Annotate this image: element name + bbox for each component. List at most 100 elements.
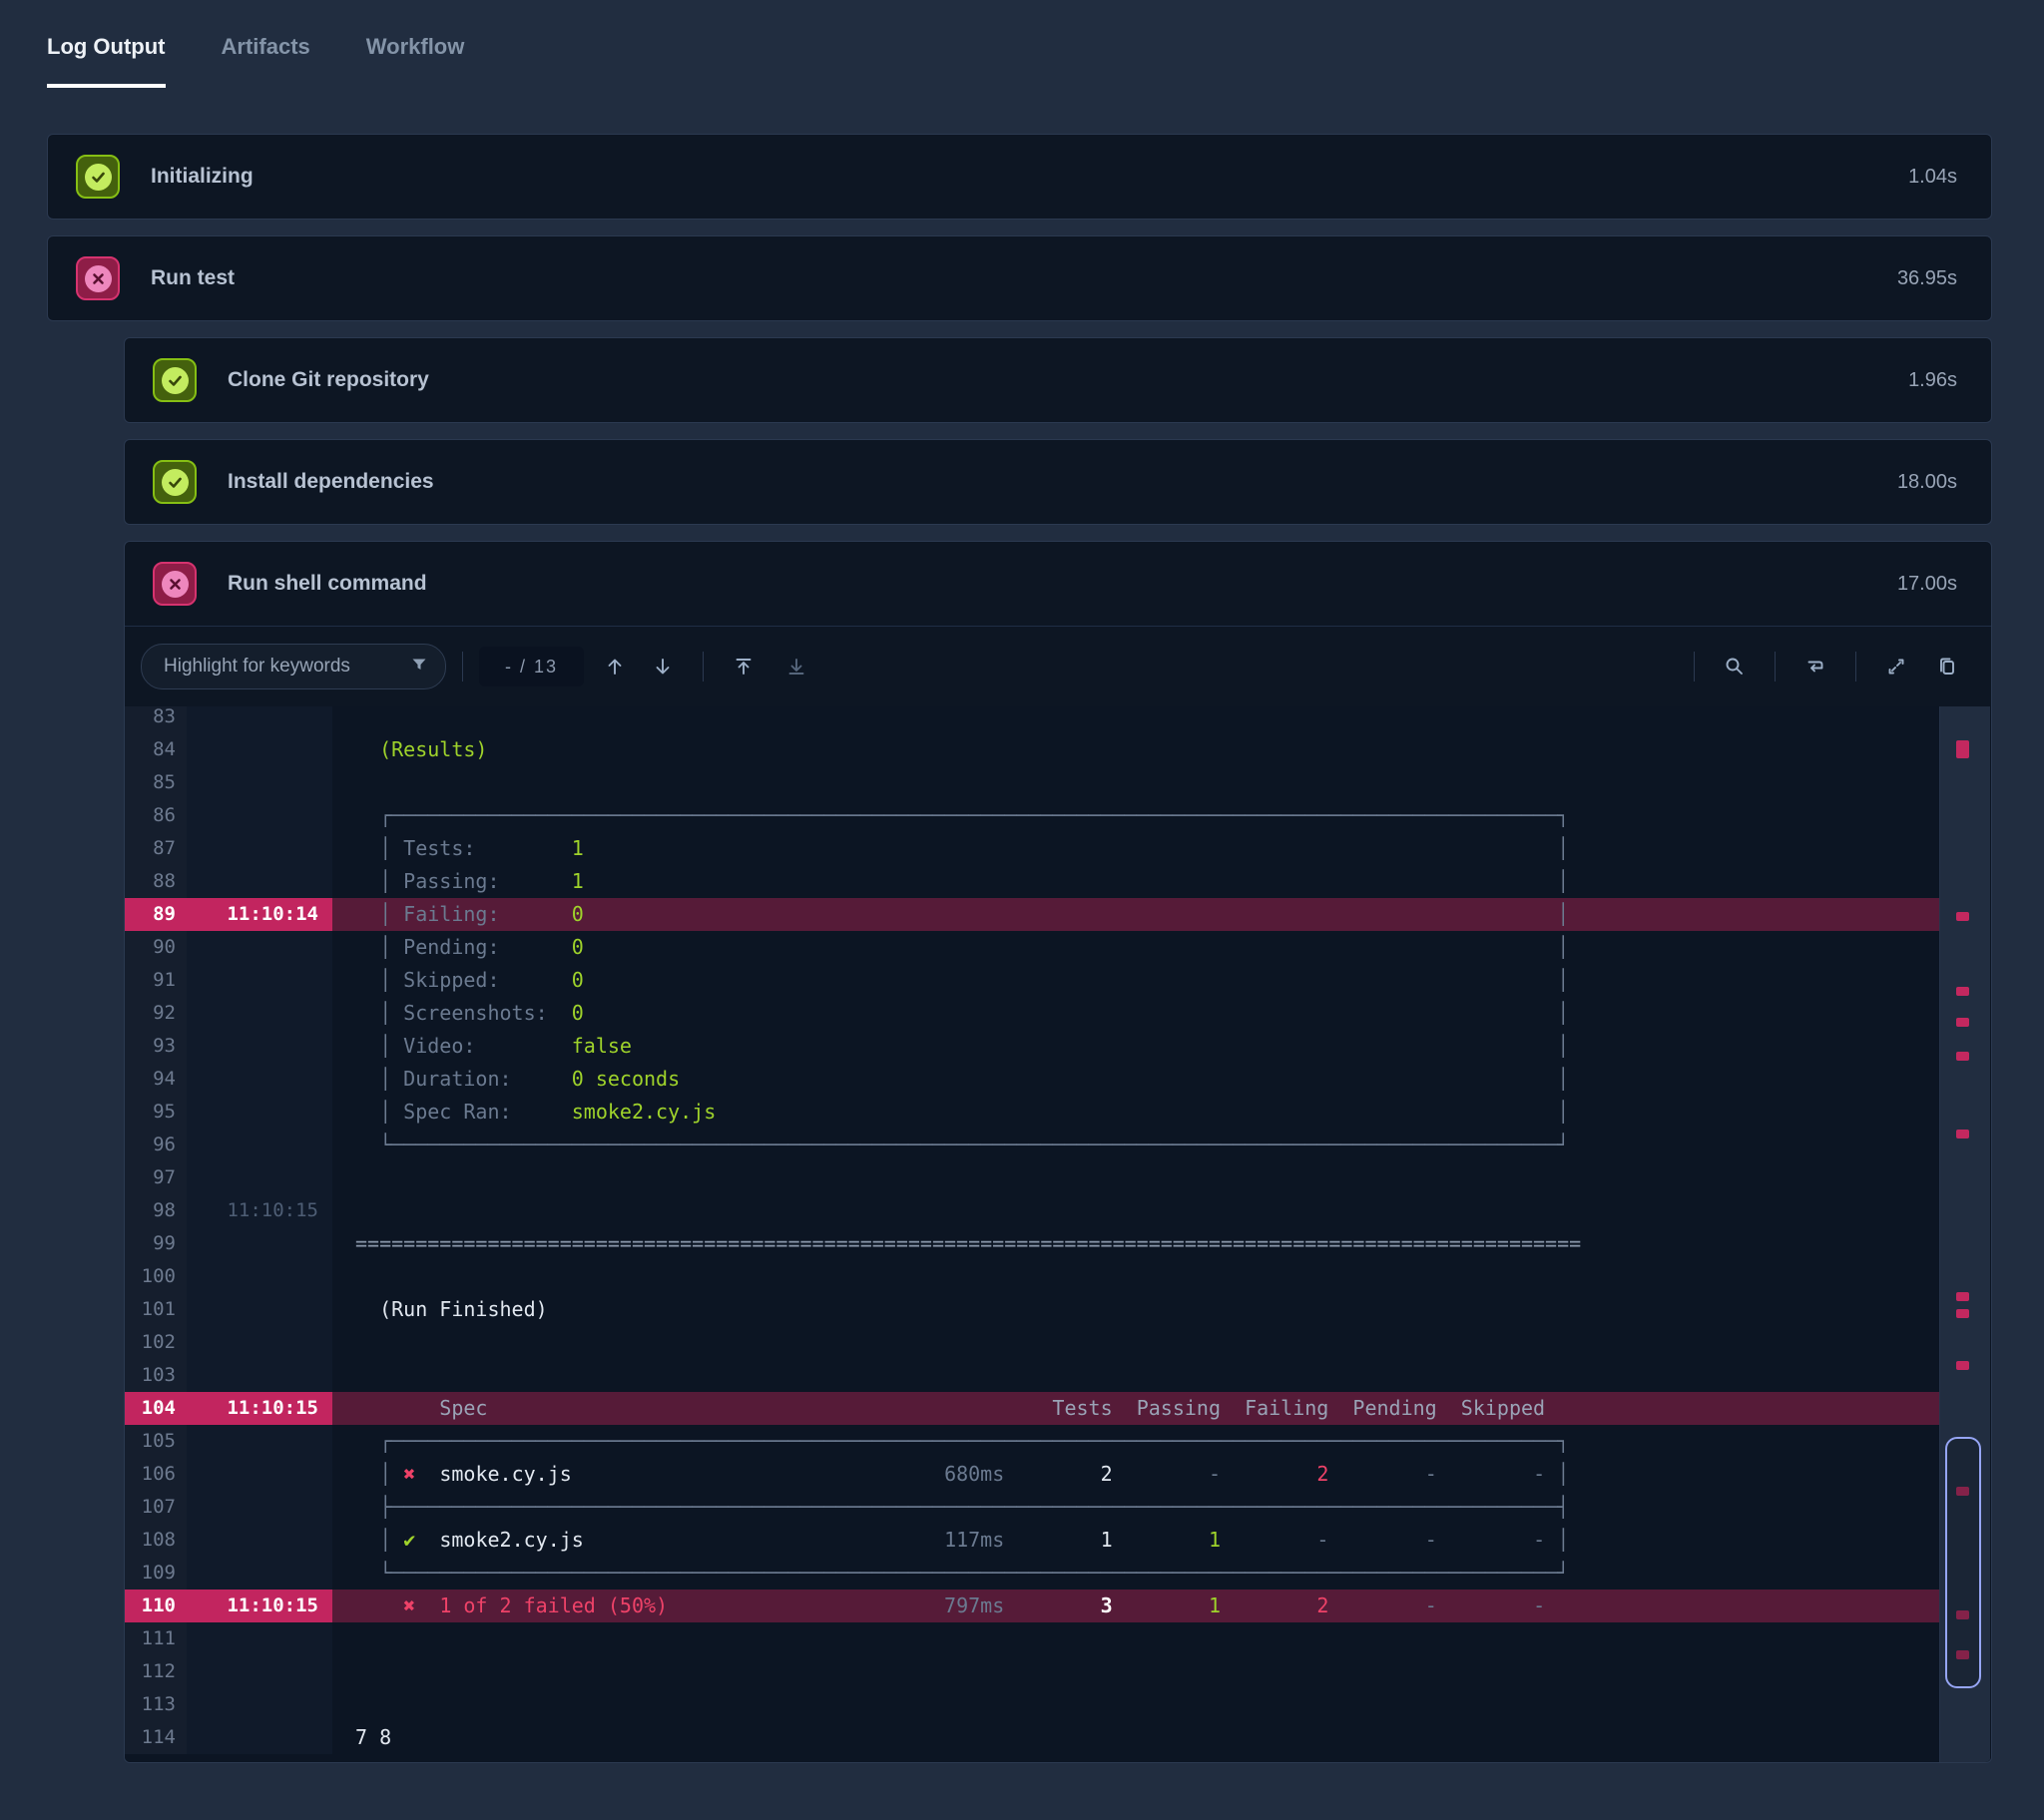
line-number[interactable]: 88 [125,865,187,898]
section-header-clone[interactable]: Clone Git repository 1.96s [125,338,1991,422]
log-row: 83 [125,706,1941,733]
line-number[interactable]: 90 [125,931,187,964]
line-timestamp [187,1227,332,1260]
search-button[interactable] [1718,650,1752,683]
line-number[interactable]: 89 [125,898,187,931]
wrap-lines-button[interactable] [1798,650,1832,683]
line-number[interactable]: 99 [125,1227,187,1260]
search-icon [1723,655,1747,679]
line-number[interactable]: 87 [125,832,187,865]
line-content: (Results) [332,733,1941,766]
toolbar-divider [1694,652,1695,682]
line-timestamp [187,733,332,766]
log-row: 108 │ ✔ smoke2.cy.js 117ms 1 1 - - - │ [125,1524,1941,1557]
line-content [332,1161,1941,1194]
fullscreen-button[interactable] [1879,650,1913,683]
line-number[interactable]: 91 [125,964,187,997]
toolbar-divider [1775,652,1776,682]
scroll-to-top-button[interactable] [727,650,761,683]
log-row: 9811:10:15 [125,1194,1941,1227]
line-number[interactable]: 94 [125,1063,187,1096]
line-number[interactable]: 110 [125,1590,187,1622]
log-row: 100 [125,1260,1941,1293]
log-row: 88 │ Passing: 1 │ [125,865,1941,898]
minimap-marker [1956,740,1969,758]
line-content: │ Tests: 1 │ [332,832,1941,865]
line-content: └───────────────────────────────────────… [332,1129,1941,1161]
line-number[interactable]: 96 [125,1129,187,1161]
line-timestamp [187,1688,332,1721]
log-row: 107 ├───────────────────────────────────… [125,1491,1941,1524]
log-row: 106 │ ✖ smoke.cy.js 680ms 2 - 2 - - │ [125,1458,1941,1491]
tab-workflow[interactable]: Workflow [366,34,465,88]
line-number[interactable]: 105 [125,1425,187,1458]
log-row: 96 └────────────────────────────────────… [125,1129,1941,1161]
line-number[interactable]: 98 [125,1194,187,1227]
line-timestamp: 11:10:14 [187,898,332,931]
line-number[interactable]: 86 [125,799,187,832]
section-header-initializing[interactable]: Initializing 1.04s [48,135,1991,219]
line-number[interactable]: 107 [125,1491,187,1524]
line-number[interactable]: 93 [125,1030,187,1063]
line-number[interactable]: 109 [125,1557,187,1590]
toolbar-divider [462,652,463,682]
keyword-filter[interactable] [141,644,446,689]
line-number[interactable]: 114 [125,1721,187,1754]
prev-match-button[interactable] [598,650,632,683]
filter-input[interactable] [162,655,409,679]
line-number[interactable]: 92 [125,997,187,1030]
line-timestamp [187,832,332,865]
tab-artifacts[interactable]: Artifacts [222,34,310,88]
check-icon [76,155,120,199]
wrap-lines-icon [1803,655,1827,679]
line-number[interactable]: 102 [125,1326,187,1359]
line-content: 7 8 [332,1721,1941,1754]
section-card-run-shell-command: Run shell command 17.00s - / 13 [124,541,1992,1763]
line-number[interactable]: 113 [125,1688,187,1721]
line-content: │ Skipped: 0 │ [332,964,1941,997]
section-card-clone-git-repository: Clone Git repository 1.96s [124,337,1992,423]
line-number[interactable]: 106 [125,1458,187,1491]
minimap-marker [1956,987,1969,996]
copy-button[interactable] [1930,650,1964,683]
log-row: 92 │ Screenshots: 0 │ [125,997,1941,1030]
log-row: 86 ┌────────────────────────────────────… [125,799,1941,832]
line-content: │ Failing: 0 │ [332,898,1941,931]
line-content [332,1688,1941,1721]
scrollbar-track[interactable] [1939,706,1990,1762]
line-number[interactable]: 112 [125,1655,187,1688]
line-number[interactable]: 100 [125,1260,187,1293]
line-timestamp [187,1293,332,1326]
log-row: 84 (Results) [125,733,1941,766]
line-number[interactable]: 103 [125,1359,187,1392]
line-number[interactable]: 83 [125,706,187,733]
line-timestamp [187,1326,332,1359]
section-header-run-test[interactable]: Run test 36.95s [48,236,1991,320]
line-number[interactable]: 85 [125,766,187,799]
line-number[interactable]: 104 [125,1392,187,1425]
scroll-to-bottom-button[interactable] [779,650,813,683]
log-row: 97 [125,1161,1941,1194]
section-header-shell[interactable]: Run shell command 17.00s [125,542,1991,626]
line-content [332,1655,1941,1688]
line-number[interactable]: 97 [125,1161,187,1194]
line-number[interactable]: 84 [125,733,187,766]
line-number[interactable]: 101 [125,1293,187,1326]
section-header-install[interactable]: Install dependencies 18.00s [125,440,1991,524]
line-timestamp [187,799,332,832]
section-label: Run shell command [228,572,1897,596]
line-content: │ ✖ smoke.cy.js 680ms 2 - 2 - - │ [332,1458,1941,1491]
log-row: 95 │ Spec Ran: smoke2.cy.js │ [125,1096,1941,1129]
section-duration: 36.95s [1897,267,1957,290]
next-match-button[interactable] [646,650,680,683]
line-number[interactable]: 95 [125,1096,187,1129]
log-row: 11011:10:15 ✖ 1 of 2 failed (50%) 797ms … [125,1590,1941,1622]
line-timestamp [187,1524,332,1557]
tab-log-output[interactable]: Log Output [47,34,166,88]
log-viewer: 8384 (Results)8586 ┌────────────────────… [125,706,1991,1762]
line-number[interactable]: 111 [125,1622,187,1655]
line-timestamp [187,1161,332,1194]
line-timestamp: 11:10:15 [187,1194,332,1227]
line-number[interactable]: 108 [125,1524,187,1557]
scrollbar-thumb[interactable] [1945,1437,1981,1688]
